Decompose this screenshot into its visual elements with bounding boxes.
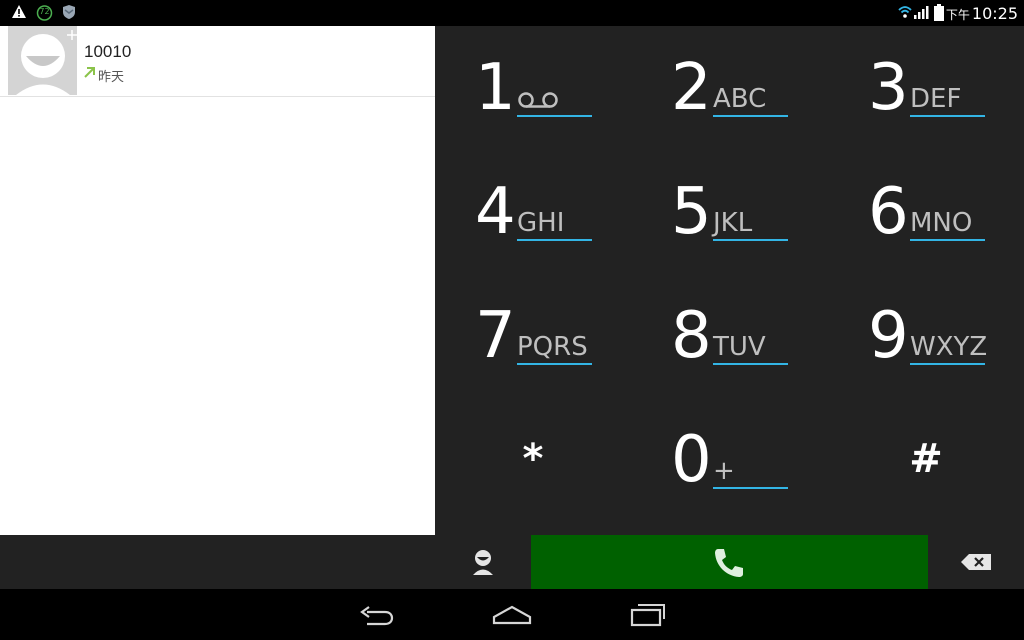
key-digit: # [909, 436, 943, 482]
backspace-icon [961, 554, 991, 575]
key-letters: TUV [713, 332, 766, 362]
key-letters: + [713, 456, 735, 486]
phone-icon [712, 546, 746, 585]
dialer-action-row [435, 535, 1024, 589]
dialpad-key-1[interactable]: 1 [435, 26, 631, 150]
key-digit: 6 [868, 175, 909, 249]
battery-icon [934, 4, 944, 26]
home-button[interactable] [482, 597, 542, 633]
dialpad-key-3[interactable]: 3 DEF [828, 26, 1024, 150]
home-icon [492, 605, 532, 630]
key-digit: * [522, 436, 544, 482]
key-digit: 5 [671, 175, 712, 249]
contacts-icon [471, 549, 495, 580]
key-letters: DEF [910, 84, 962, 114]
key-underline [713, 363, 788, 365]
key-underline [910, 239, 985, 241]
key-digit: 1 [475, 51, 516, 125]
key-underline [517, 239, 592, 241]
outgoing-call-icon [83, 66, 96, 84]
key-underline [713, 487, 788, 489]
key-underline [517, 115, 592, 117]
shield-icon [62, 4, 76, 25]
badge-72-icon: 72 [36, 5, 53, 26]
call-log-number: 10010 [84, 42, 132, 61]
wifi-icon [898, 5, 912, 24]
key-underline [910, 363, 985, 365]
key-digit: 7 [475, 299, 516, 373]
dialpad-key-7[interactable]: 7 PQRS [435, 274, 631, 398]
dialpad-key-hash[interactable]: # [828, 398, 1024, 522]
key-underline [517, 363, 592, 365]
status-clock: 下午 10:25 [946, 4, 1018, 23]
dialpad-key-8[interactable]: 8 TUV [631, 274, 827, 398]
key-letters: MNO [910, 208, 973, 238]
status-bar: 72 下午 10:25 [0, 0, 1024, 26]
call-log-panel: 10010 昨天 [0, 26, 435, 535]
key-digit: 0 [671, 423, 712, 497]
call-log-time: 昨天 [98, 70, 125, 85]
clock-ampm: 下午 [945, 8, 970, 22]
key-digit: 3 [868, 51, 909, 125]
key-letters: JKL [713, 208, 753, 238]
back-icon [359, 606, 395, 631]
dialpad-key-star[interactable]: * [435, 398, 631, 522]
recents-button[interactable] [619, 597, 679, 633]
navigation-bar [0, 589, 1024, 640]
warning-icon [11, 4, 27, 24]
key-underline [713, 115, 788, 117]
dialpad-key-4[interactable]: 4 GHI [435, 150, 631, 274]
key-underline [713, 239, 788, 241]
signal-icon [914, 6, 930, 24]
key-letters: WXYZ [910, 332, 988, 362]
backspace-button[interactable] [928, 535, 1024, 589]
call-log-entry[interactable]: 10010 昨天 [0, 26, 435, 97]
recents-icon [630, 603, 666, 632]
dialpad-key-6[interactable]: 6 MNO [828, 150, 1024, 274]
back-button[interactable] [347, 597, 407, 633]
key-letters: ABC [713, 84, 767, 114]
key-underline [910, 115, 985, 117]
dialpad-key-2[interactable]: 2 ABC [631, 26, 827, 150]
call-log-footer [0, 535, 435, 589]
key-letters: GHI [517, 208, 565, 238]
contact-avatar[interactable] [8, 26, 77, 95]
voicemail-icon [517, 88, 559, 114]
contacts-button[interactable] [435, 535, 531, 589]
key-digit: 9 [868, 299, 909, 373]
dialpad-key-5[interactable]: 5 JKL [631, 150, 827, 274]
clock-time: 10:25 [971, 4, 1018, 23]
key-digit: 2 [671, 51, 712, 125]
key-digit: 8 [671, 299, 712, 373]
call-button[interactable] [531, 535, 928, 589]
dialpad: 1 2 ABC 3 DEF 4 GHI 5 JKL 6 MNO 7 PQRS 8… [435, 26, 1024, 535]
dialpad-key-9[interactable]: 9 WXYZ [828, 274, 1024, 398]
key-letters: PQRS [517, 332, 588, 362]
dialpad-key-0[interactable]: 0 + [631, 398, 827, 522]
badge-number: 72 [39, 7, 50, 16]
key-digit: 4 [475, 175, 516, 249]
